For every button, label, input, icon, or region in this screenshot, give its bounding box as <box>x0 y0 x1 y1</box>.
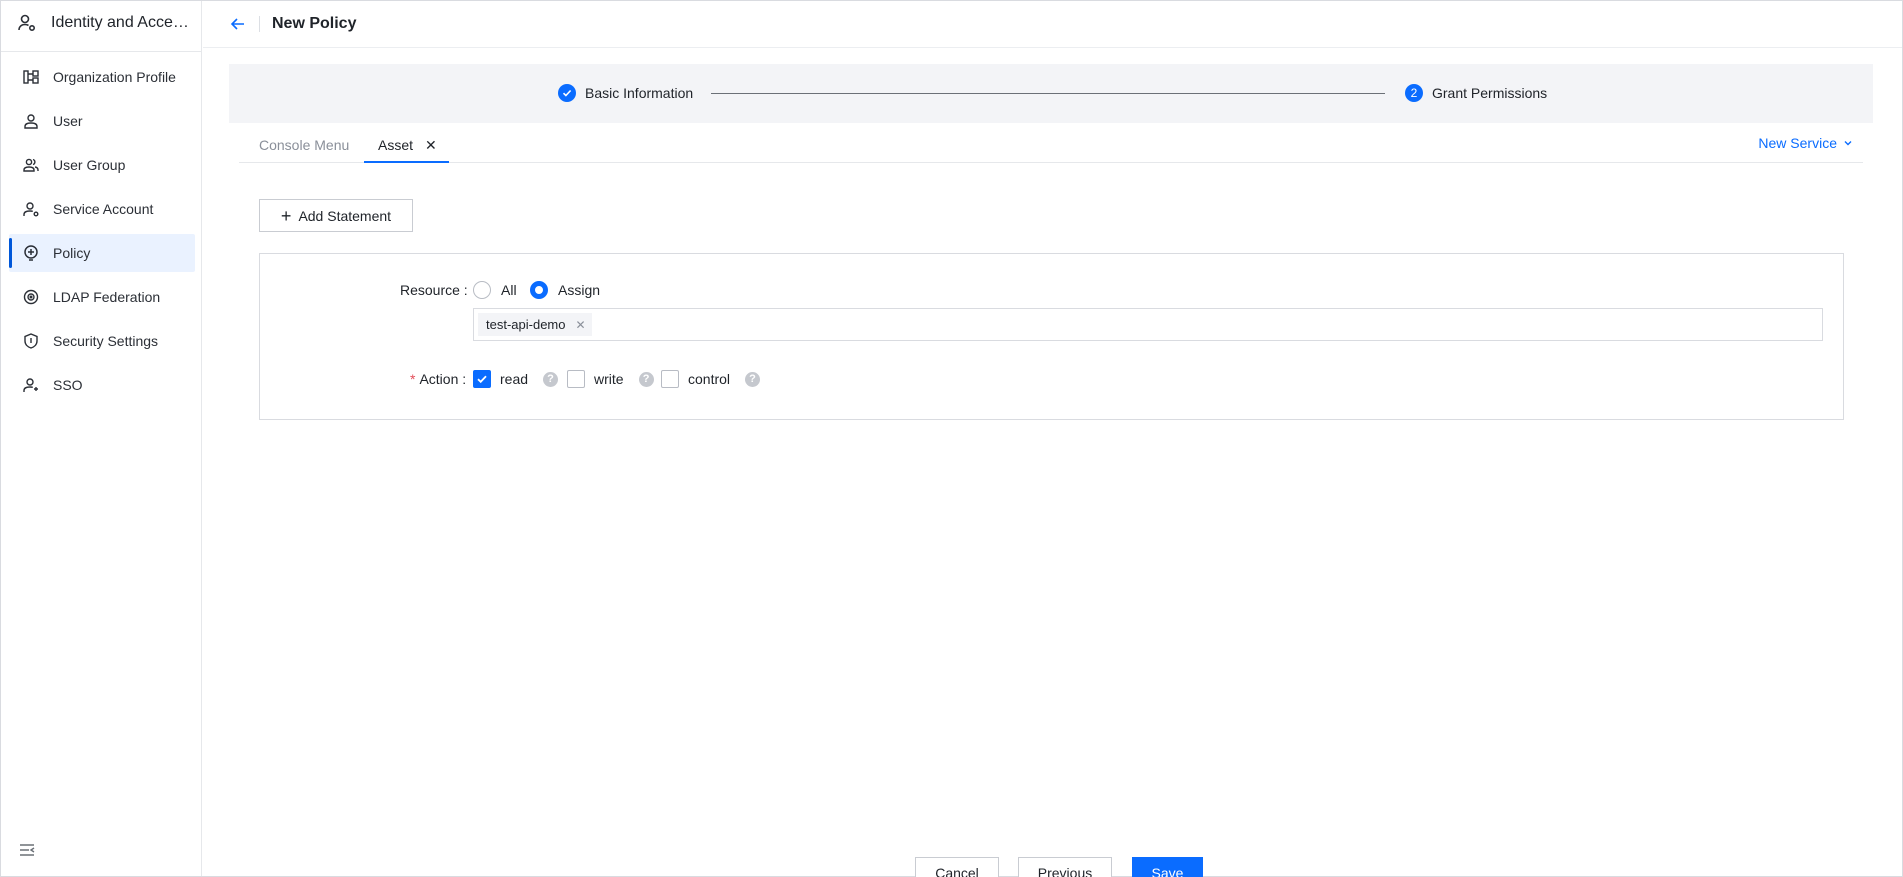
cancel-button[interactable]: Cancel <box>915 857 999 877</box>
sidebar-item-label: User <box>53 113 83 129</box>
action-checkbox-control[interactable]: control ? <box>661 370 761 388</box>
page-title: New Policy <box>272 15 357 32</box>
sidebar-item-policy[interactable]: Policy <box>9 234 195 272</box>
label-colon: : <box>459 282 468 298</box>
checkbox-label: write <box>594 371 624 387</box>
tab-console-menu[interactable]: Console Menu <box>259 135 349 163</box>
resource-label-text: Resource <box>400 282 460 298</box>
tab-asset[interactable]: Asset ✕ <box>364 135 449 163</box>
policy-icon <box>22 244 40 262</box>
shield-icon <box>22 332 40 350</box>
user-group-icon <box>22 156 40 174</box>
org-tree-icon <box>22 68 40 86</box>
service-account-icon <box>22 200 40 218</box>
sidebar-item-security-settings[interactable]: Security Settings <box>9 322 195 360</box>
sidebar-header: Identity and Access Management <box>1 1 201 45</box>
iam-user-key-icon <box>18 14 36 32</box>
add-statement-button[interactable]: + Add Statement <box>259 199 413 232</box>
sidebar-item-ldap-federation[interactable]: LDAP Federation <box>9 278 195 316</box>
resource-tag: test-api-demo ✕ <box>478 313 592 336</box>
sidebar-item-user-group[interactable]: User Group <box>9 146 195 184</box>
sidebar: Identity and Access Management Organizat… <box>1 1 202 876</box>
service-tabs: Console Menu Asset ✕ New Service <box>239 135 1863 163</box>
page-header: New Policy <box>203 1 1902 48</box>
resource-label: Resource : <box>400 282 468 298</box>
header-divider <box>259 16 260 32</box>
sidebar-item-sso[interactable]: SSO <box>9 366 195 404</box>
radio-button <box>473 281 491 299</box>
add-statement-label: Add Statement <box>298 207 392 224</box>
sidebar-item-organization-profile[interactable]: Organization Profile <box>9 58 195 96</box>
checkbox-checked <box>473 370 491 388</box>
tab-label: Console Menu <box>259 137 350 153</box>
action-checkbox-read[interactable]: read ? <box>473 370 559 388</box>
sidebar-item-label: Organization Profile <box>53 69 176 85</box>
plus-icon: + <box>280 205 292 226</box>
close-icon[interactable]: ✕ <box>425 137 437 154</box>
radio-label: Assign <box>558 282 601 298</box>
back-arrow-icon[interactable] <box>229 15 247 33</box>
help-icon[interactable]: ? <box>745 371 761 387</box>
action-checkbox-write[interactable]: write ? <box>567 370 654 388</box>
step-label: Basic Information <box>585 85 694 101</box>
app-window: Identity and Access Management Organizat… <box>0 0 1903 877</box>
help-icon[interactable]: ? <box>543 371 559 387</box>
new-service-label: New Service <box>1758 135 1837 151</box>
action-label: * Action : <box>410 371 466 387</box>
sidebar-item-label: Policy <box>53 245 91 261</box>
step-number: 2 <box>1405 84 1423 102</box>
checkbox <box>567 370 585 388</box>
help-icon[interactable]: ? <box>638 371 654 387</box>
resource-radio-assign[interactable]: Assign <box>530 281 600 299</box>
sso-icon <box>22 376 40 394</box>
step-grant-permissions: 2 Grant Permissions <box>1405 84 1547 102</box>
save-button[interactable]: Save <box>1132 857 1203 877</box>
user-icon <box>22 112 40 130</box>
ldap-icon <box>22 288 40 306</box>
statement-card: Resource : All Assign test-api-demo ✕ * A… <box>259 253 1844 420</box>
step-basic-information: Basic Information <box>558 84 693 102</box>
sidebar-item-service-account[interactable]: Service Account <box>9 190 195 228</box>
action-label-text: Action <box>419 371 459 387</box>
sidebar-item-label: SSO <box>53 377 83 393</box>
checkbox-label: read <box>500 371 529 387</box>
label-colon: : <box>458 371 467 387</box>
resource-radio-all[interactable]: All <box>473 281 517 299</box>
step-connector <box>711 93 1385 94</box>
step-label: Grant Permissions <box>1432 85 1548 101</box>
sidebar-item-label: Security Settings <box>53 333 159 349</box>
sidebar-divider <box>1 51 201 52</box>
required-asterisk: * <box>410 371 416 387</box>
new-service-dropdown[interactable]: New Service <box>1758 135 1853 151</box>
radio-label: All <box>501 282 517 298</box>
sidebar-item-user[interactable]: User <box>9 102 195 140</box>
check-icon <box>558 84 576 102</box>
sidebar-title: Identity and Access Management <box>51 14 189 31</box>
checkbox-label: control <box>688 371 731 387</box>
checkbox <box>661 370 679 388</box>
previous-button[interactable]: Previous <box>1018 857 1112 877</box>
collapse-sidebar-icon[interactable] <box>18 841 36 859</box>
sidebar-item-label: User Group <box>53 157 126 173</box>
remove-tag-icon[interactable]: ✕ <box>575 318 585 332</box>
radio-button-selected <box>530 281 548 299</box>
tab-label: Asset <box>378 137 414 153</box>
chevron-down-icon <box>1844 141 1852 146</box>
sidebar-item-label: Service Account <box>53 201 154 217</box>
step-indicator: Basic Information 2 Grant Permissions <box>229 64 1873 123</box>
tag-label: test-api-demo <box>486 317 566 332</box>
sidebar-item-label: LDAP Federation <box>53 289 161 305</box>
resource-tag-input[interactable]: test-api-demo ✕ <box>473 308 1823 341</box>
